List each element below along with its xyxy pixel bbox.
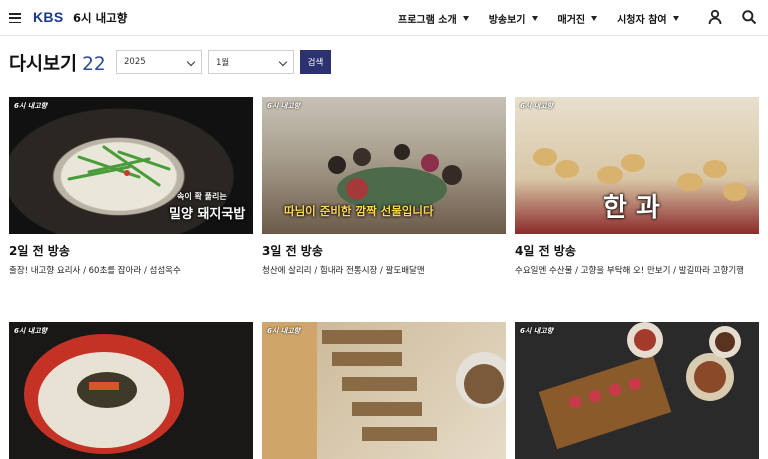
chevron-down-icon: [278, 57, 288, 67]
main-nav: 프로그램 소개 방송보기 매거진 시청자 참여: [398, 11, 699, 26]
chevron-down-icon: [531, 16, 538, 21]
thumbnail-caption: 밀양 돼지국밥: [169, 207, 246, 222]
episode-thumbnail[interactable]: 6시 내고향 따님이 준비한 깜짝 선물입니다: [262, 97, 506, 234]
nav-label: 매거진: [557, 15, 586, 26]
thumbnail-caption: 따님이 준비한 깜짝 선물입니다: [284, 204, 434, 218]
episode-card[interactable]: 6시 내고향: [515, 322, 759, 459]
month-value: 1월: [216, 58, 230, 68]
chevron-down-icon: [672, 16, 679, 21]
episode-desc: 청산에 살리리 / 힘내라 전통시장 / 팔도배달맨: [262, 266, 425, 276]
search-button[interactable]: 검색: [300, 50, 331, 74]
nav-label: 시청자 참여: [617, 15, 667, 26]
gangjeong-illustration: [262, 322, 506, 459]
program-badge-icon: 6시 내고향: [267, 102, 301, 110]
program-badge-icon: 6시 내고향: [520, 327, 554, 335]
nav-watch[interactable]: 방송보기: [489, 11, 538, 26]
chevron-down-icon: [462, 16, 469, 21]
episode-card[interactable]: 6시 내고향: [9, 322, 253, 459]
nav-label: 프로그램 소개: [398, 15, 457, 26]
episode-thumbnail[interactable]: 6시 내고향 속이 확 풀리는 밀양 돼지국밥: [9, 97, 253, 234]
episode-thumbnail[interactable]: 6시 내고향 한 과: [515, 97, 759, 234]
chevron-down-icon: [186, 57, 196, 67]
nav-viewer-participation[interactable]: 시청자 참여: [617, 11, 679, 26]
program-name[interactable]: 6시 내고향: [73, 10, 127, 26]
episode-card[interactable]: 6시 내고향 속이 확 풀리는 밀양 돼지국밥 2일 전 방송 출장! 내고향 …: [9, 97, 253, 276]
noodle-illustration: [24, 334, 184, 454]
user-icon[interactable]: [707, 9, 723, 25]
episode-desc: 출장! 내고향 요리사 / 60초를 잡아라 / 섬섬옥수: [9, 266, 181, 276]
hamburger-icon[interactable]: [9, 13, 21, 23]
page-title: 다시보기 22: [9, 50, 106, 76]
feast-illustration: [538, 322, 741, 450]
year-select[interactable]: 2025: [116, 50, 202, 74]
episode-title[interactable]: 4일 전 방송: [515, 242, 759, 259]
episode-card[interactable]: 6시 내고향 따님이 준비한 깜짝 선물입니다 3일 전 방송 청산에 살리리 …: [262, 97, 506, 276]
month-select[interactable]: 1월: [208, 50, 294, 74]
kbs-logo[interactable]: KBS: [33, 9, 63, 25]
episode-thumbnail[interactable]: 6시 내고향: [262, 322, 506, 459]
program-badge-icon: 6시 내고향: [520, 102, 554, 110]
episode-count: 22: [82, 54, 106, 75]
thumbnail-caption-small: 속이 확 풀리는: [177, 192, 227, 201]
episode-thumbnail[interactable]: 6시 내고향: [9, 322, 253, 459]
program-badge-icon: 6시 내고향: [267, 327, 301, 335]
thumbnail-caption: 한 과: [603, 193, 660, 223]
chevron-down-icon: [591, 16, 598, 21]
page-title-text: 다시보기: [9, 54, 78, 75]
episode-title[interactable]: 2일 전 방송: [9, 242, 253, 259]
year-value: 2025: [124, 57, 146, 67]
program-badge-icon: 6시 내고향: [14, 327, 48, 335]
program-badge-icon: 6시 내고향: [14, 102, 48, 110]
episode-card[interactable]: 6시 내고향 한 과 4일 전 방송 수요일엔 수산물 / 고향을 부탁해 오!…: [515, 97, 759, 276]
nav-magazine[interactable]: 매거진: [558, 11, 598, 26]
nav-program-intro[interactable]: 프로그램 소개: [398, 11, 469, 26]
episode-card[interactable]: 6시 내고향: [262, 322, 506, 459]
nav-label: 방송보기: [488, 15, 526, 26]
episode-desc: 수요일엔 수산물 / 고향을 부탁해 오! 만보기 / 발길따라 고향기행: [515, 266, 744, 276]
site-header: KBS 6시 내고향 프로그램 소개 방송보기 매거진 시청자 참여: [0, 0, 768, 36]
episode-title[interactable]: 3일 전 방송: [262, 242, 506, 259]
search-icon[interactable]: [741, 9, 757, 25]
episode-thumbnail[interactable]: 6시 내고향: [515, 322, 759, 459]
